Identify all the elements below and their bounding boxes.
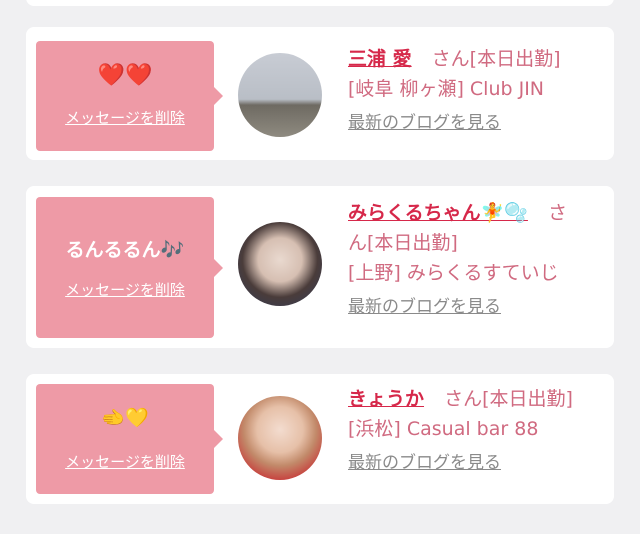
cast-name-link[interactable]: みらくるちゃん🧚🫧 [348,202,528,224]
latest-blog-link[interactable]: 最新のブログを見る [348,292,600,322]
cast-info: みらくるちゃん🧚🫧 さ ん[本日出勤] [上野] みらくるすていじ 最新のブログ… [348,198,600,322]
attendance-status: さん[本日出勤] [431,48,561,70]
message-bubble: るんるるん🎶 メッセージを削除 [36,197,223,338]
shop-name: [浜松] Casual bar 88 [348,418,539,440]
message-text: るんるるん🎶 [65,239,185,261]
message-bubble: ❤️❤️ メッセージを削除 [36,41,223,151]
cast-name-link[interactable]: きょうか [348,388,424,410]
message-card: るんるるん🎶 メッセージを削除 みらくるちゃん🧚🫧 さ ん[本日出勤] [上野]… [26,186,614,348]
previous-card-edge [26,0,614,6]
shop-name: [岐阜 柳ヶ瀬] Club JIN [348,78,545,100]
shop-name: [上野] みらくるすていじ [348,262,559,284]
cast-name-link[interactable]: 三浦 愛 [348,48,412,70]
attendance-status-part2: ん[本日出勤] [348,232,458,254]
attendance-status-part1: さ [547,202,567,224]
message-card: ❤️❤️ メッセージを削除 三浦 愛 さん[本日出勤] [岐阜 柳ヶ瀬] Clu… [26,27,614,160]
avatar[interactable] [238,222,322,306]
delete-message-link[interactable]: メッセージを削除 [36,107,214,128]
avatar[interactable] [238,53,322,137]
avatar[interactable] [238,396,322,480]
message-bubble: 🫲💛 メッセージを削除 [36,384,223,494]
attendance-status: さん[本日出勤] [444,388,573,410]
message-card: 🫲💛 メッセージを削除 きょうか さん[本日出勤] [浜松] Casual ba… [26,374,614,504]
message-text: 🫲💛 [101,407,149,429]
message-text: ❤️❤️ [97,63,153,88]
cast-info: 三浦 愛 さん[本日出勤] [岐阜 柳ヶ瀬] Club JIN 最新のブログを見… [348,44,600,138]
delete-message-link[interactable]: メッセージを削除 [36,279,214,300]
latest-blog-link[interactable]: 最新のブログを見る [348,448,600,478]
cast-info: きょうか さん[本日出勤] [浜松] Casual bar 88 最新のブログを… [348,384,600,478]
latest-blog-link[interactable]: 最新のブログを見る [348,108,600,138]
delete-message-link[interactable]: メッセージを削除 [36,451,214,472]
